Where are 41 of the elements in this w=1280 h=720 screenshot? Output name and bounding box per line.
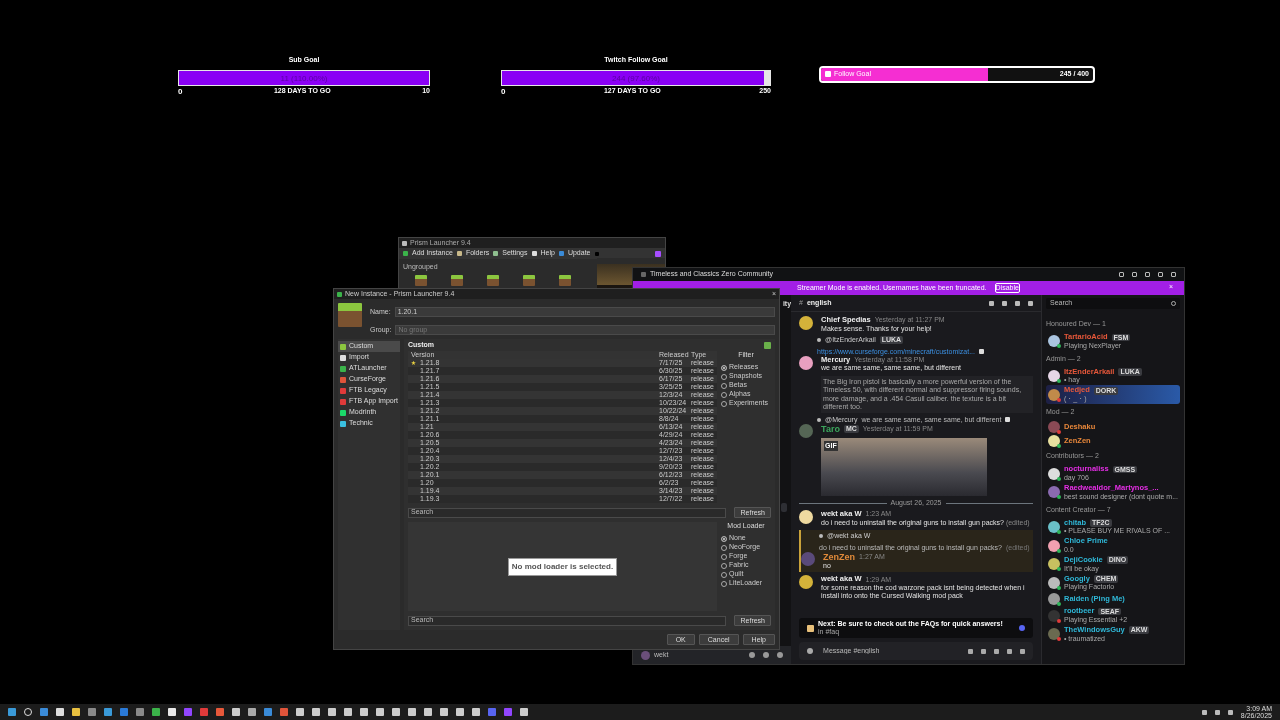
grass-block-icon	[764, 341, 771, 349]
goal-progress-text: 244 (97.60%)	[611, 72, 661, 85]
user-avatar	[641, 650, 650, 660]
member-avatar	[1047, 593, 1060, 606]
member-avatar	[1047, 467, 1060, 480]
empty-state-message: No mod loader is selected.	[507, 557, 618, 576]
reply-avatar	[817, 337, 822, 342]
reply-avatar	[817, 417, 822, 422]
member-avatar	[1047, 520, 1060, 533]
member-avatar	[1047, 486, 1060, 499]
reply-avatar	[819, 533, 824, 538]
member-avatar	[1047, 628, 1060, 641]
start-icon[interactable]	[8, 708, 16, 716]
member-avatar	[1047, 435, 1060, 448]
member-avatar	[1047, 335, 1060, 348]
author-name[interactable]: ZenZen	[823, 551, 856, 563]
user-avatar	[799, 316, 814, 330]
goal-start-value: 0	[178, 85, 183, 98]
channel-list-item[interactable]	[781, 503, 788, 512]
member-avatar	[1047, 421, 1060, 434]
grass-block-icon	[487, 275, 499, 287]
member-avatar	[1047, 558, 1060, 571]
grass-block-icon	[451, 275, 463, 287]
author-name[interactable]: Taro	[821, 423, 840, 434]
user-avatar	[799, 423, 814, 438]
grass-block-icon	[338, 303, 362, 327]
member-avatar	[1047, 539, 1060, 552]
member-avatar	[1047, 388, 1060, 401]
user-avatar	[799, 510, 814, 525]
user-avatar	[799, 575, 814, 590]
goal-start-value: 0	[501, 85, 506, 98]
user-avatar	[799, 355, 814, 370]
user-avatar	[801, 551, 816, 566]
grass-block-icon	[523, 275, 535, 287]
grass-block-icon	[559, 275, 571, 287]
member-avatar	[1047, 576, 1060, 589]
grass-block-icon	[415, 275, 427, 287]
member-avatar	[1047, 609, 1060, 622]
goal-progress-text: 11 (110.00%)	[279, 72, 329, 85]
app-icon	[337, 291, 342, 297]
member-avatar	[1047, 370, 1060, 383]
